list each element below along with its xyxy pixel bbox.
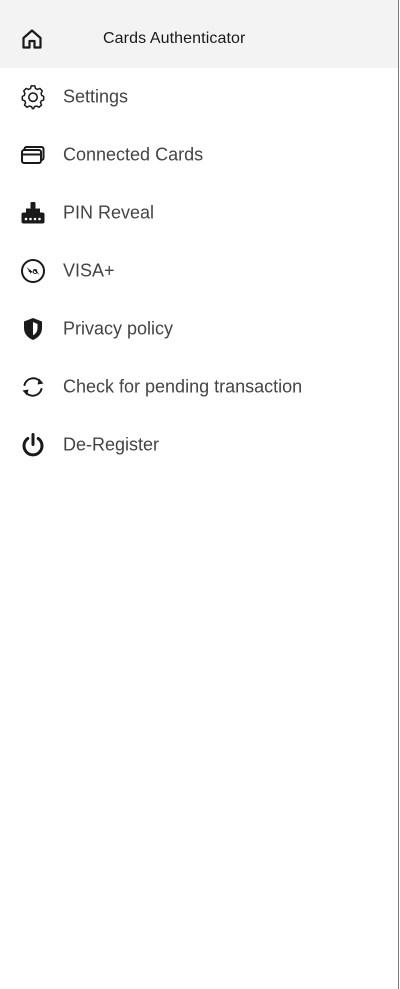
menu-label-de-register: De-Register	[63, 434, 160, 455]
menu-label-check-pending-transaction: Check for pending transaction	[63, 376, 303, 397]
refresh-icon	[20, 374, 46, 400]
power-icon	[20, 432, 46, 458]
drawer-header: Cards Authenticator	[0, 0, 398, 68]
menu-item-de-register[interactable]: De-Register	[0, 416, 398, 474]
menu-item-pin-reveal[interactable]: PIN Reveal	[0, 184, 398, 242]
home-icon[interactable]	[20, 27, 44, 51]
gear-icon	[20, 84, 46, 110]
menu-item-connected-cards[interactable]: Connected Cards	[0, 126, 398, 184]
shield-icon	[20, 316, 46, 342]
menu-item-check-pending-transaction[interactable]: Check for pending transaction	[0, 358, 398, 416]
menu-item-privacy-policy[interactable]: Privacy policy	[0, 300, 398, 358]
menu-label-pin-reveal: PIN Reveal	[63, 202, 155, 223]
drawer-menu: Settings Connected Cards PIN Reveal +C V…	[0, 68, 398, 474]
app-title: Cards Authenticator	[103, 30, 246, 47]
visa-plus-icon: +C	[20, 258, 46, 284]
menu-label-settings: Settings	[63, 86, 129, 107]
app-screen: Cards Authenticator Settings Connected C…	[0, 0, 400, 989]
menu-item-settings[interactable]: Settings	[0, 68, 398, 126]
menu-label-visa-plus: VISA+	[63, 260, 115, 281]
menu-label-connected-cards: Connected Cards	[63, 144, 204, 165]
menu-item-visa-plus[interactable]: +C VISA+	[0, 242, 398, 300]
card-icon	[20, 142, 46, 168]
pin-reveal-icon	[20, 200, 46, 226]
svg-text:+C: +C	[28, 269, 37, 276]
navigation-drawer: Cards Authenticator Settings Connected C…	[0, 0, 399, 989]
menu-label-privacy-policy: Privacy policy	[63, 318, 174, 339]
